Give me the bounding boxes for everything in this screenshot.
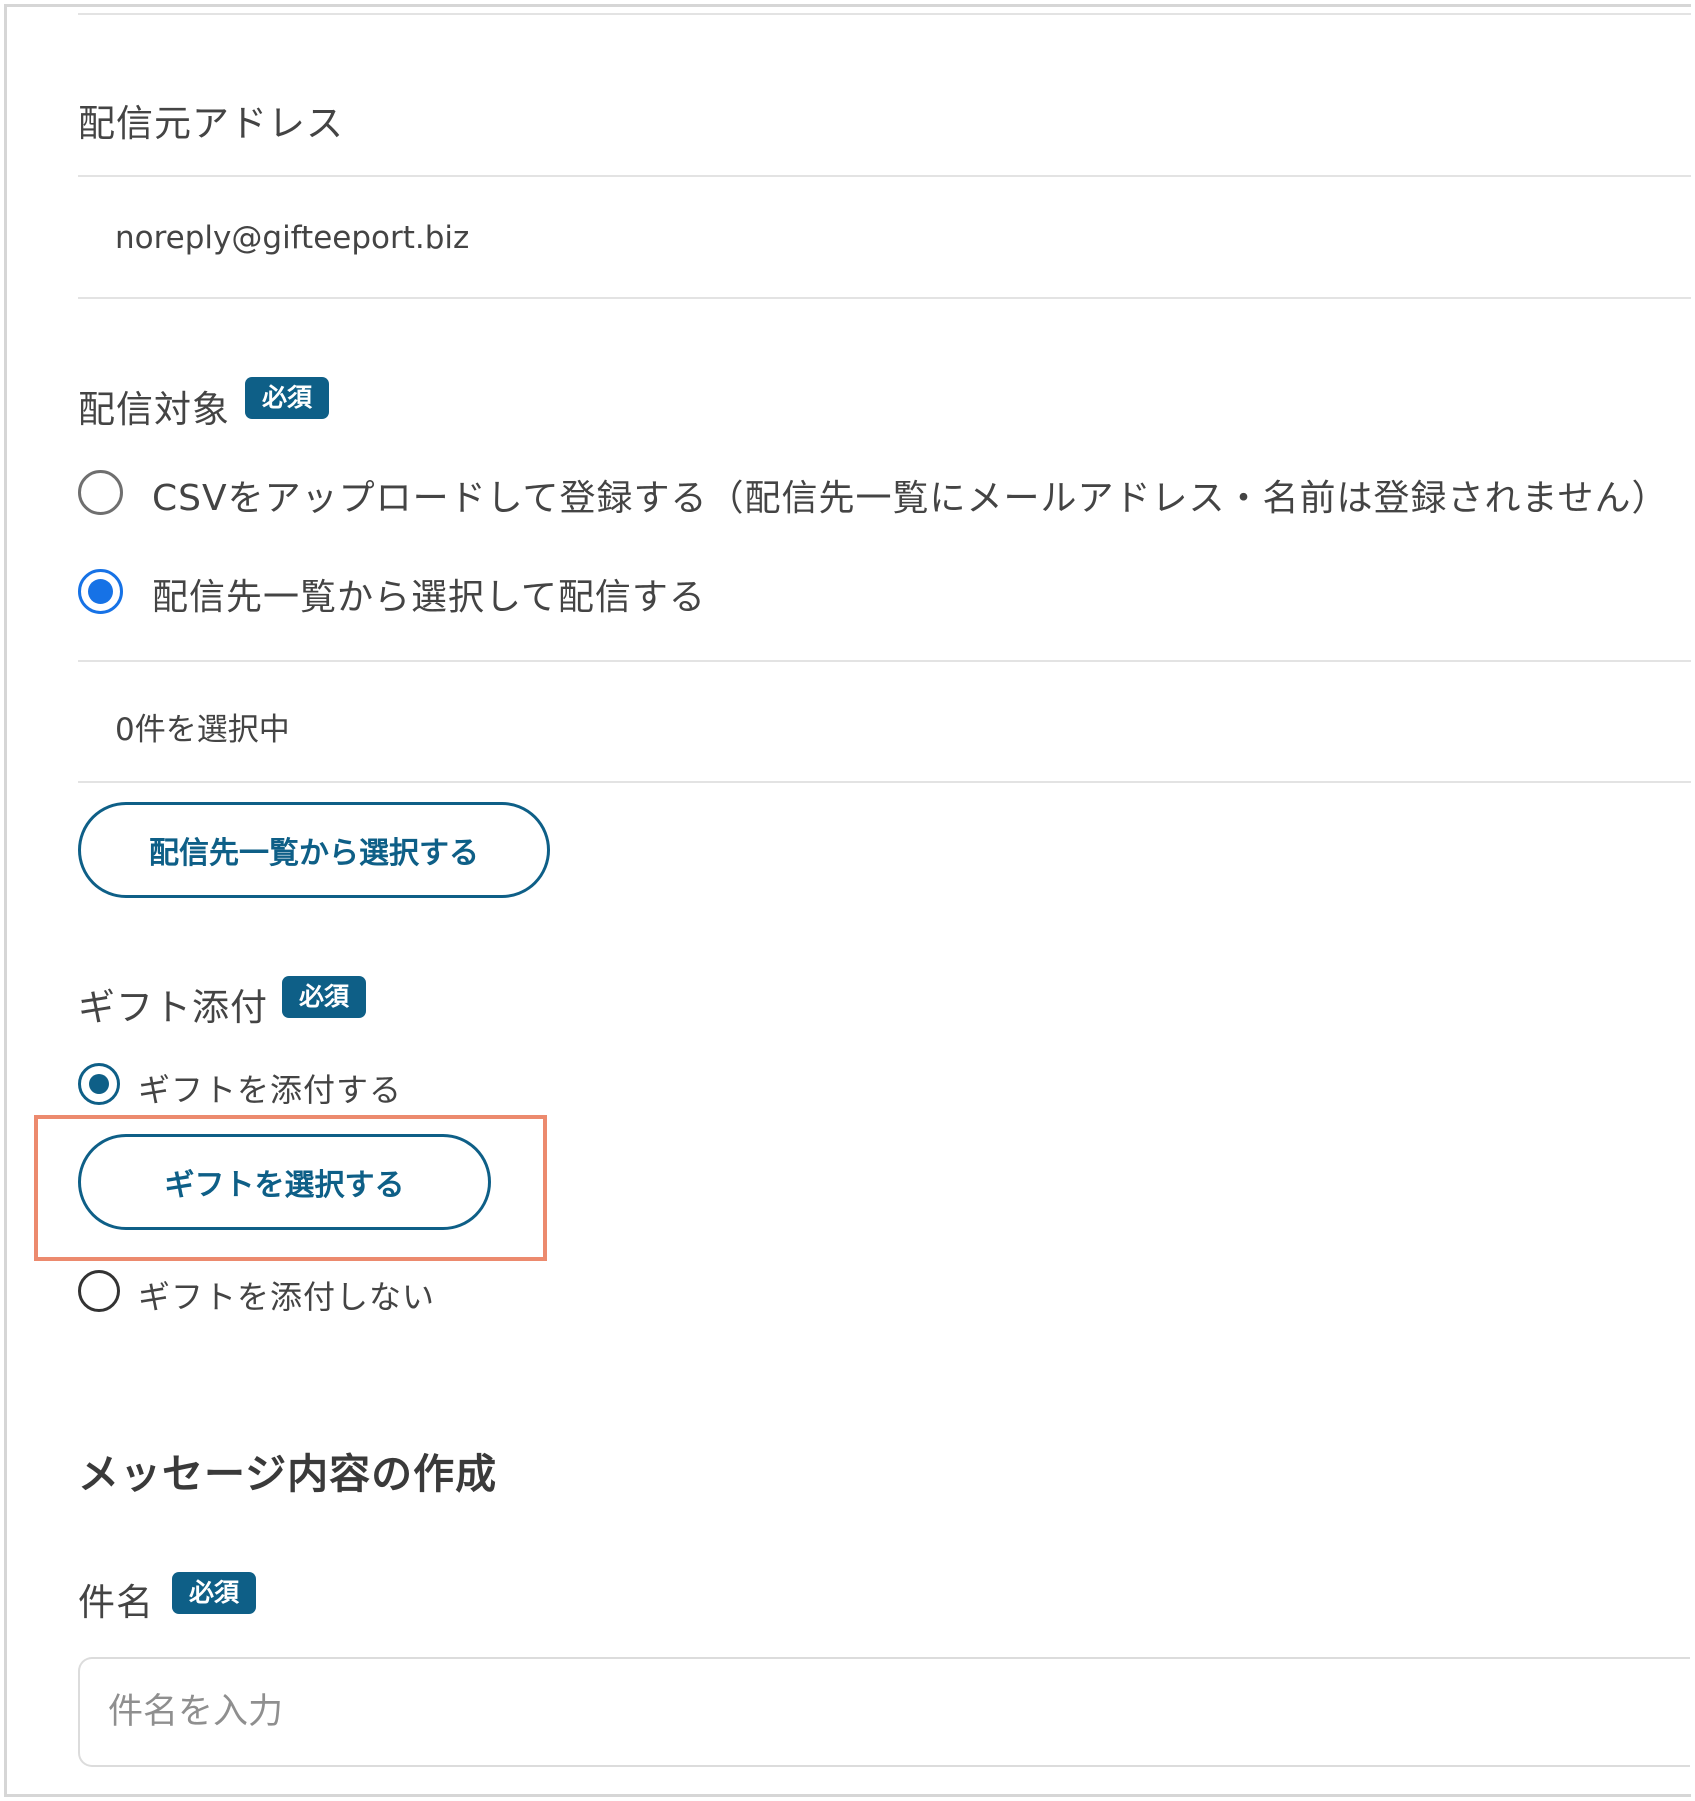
no-gift-radio[interactable] (78, 1270, 120, 1312)
attach-gift-option-label[interactable]: ギフトを添付する (138, 1065, 402, 1111)
divider (78, 660, 1691, 662)
delivery-target-label: 配信対象 (78, 388, 230, 431)
selected-count: 0件を選択中 (115, 712, 290, 748)
attach-gift-radio[interactable] (78, 1063, 120, 1105)
sender-address-label: 配信元アドレス (78, 102, 344, 145)
section-title-message: メッセージ内容の作成 (78, 1450, 498, 1498)
gift-attach-label: ギフト添付 (78, 986, 268, 1029)
divider (78, 781, 1691, 783)
required-badge: 必須 (172, 1572, 257, 1614)
divider (78, 175, 1691, 177)
select-from-list-radio[interactable] (78, 569, 123, 614)
top-divider (78, 13, 1691, 15)
form-panel: 配信元アドレス noreply@gifteeport.biz 配信対象 必須 C… (4, 4, 1691, 1797)
select-from-list-option-label[interactable]: 配信先一覧から選択して配信する (152, 568, 706, 620)
required-badge: 必須 (282, 976, 367, 1018)
divider (78, 297, 1691, 299)
required-badge: 必須 (245, 377, 330, 419)
select-recipients-button[interactable]: 配信先一覧から選択する (78, 802, 550, 898)
sender-address-value: noreply@gifteeport.biz (115, 220, 470, 256)
csv-upload-option-label[interactable]: CSVをアップロードして登録する（配信先一覧にメールアドレス・名前は登録されませ… (152, 469, 1668, 521)
csv-upload-radio[interactable] (78, 470, 123, 515)
no-gift-option-label[interactable]: ギフトを添付しない (138, 1272, 435, 1318)
subject-input[interactable] (78, 1657, 1690, 1767)
subject-label: 件名 (78, 1581, 154, 1624)
select-gift-button[interactable]: ギフトを選択する (78, 1134, 491, 1230)
